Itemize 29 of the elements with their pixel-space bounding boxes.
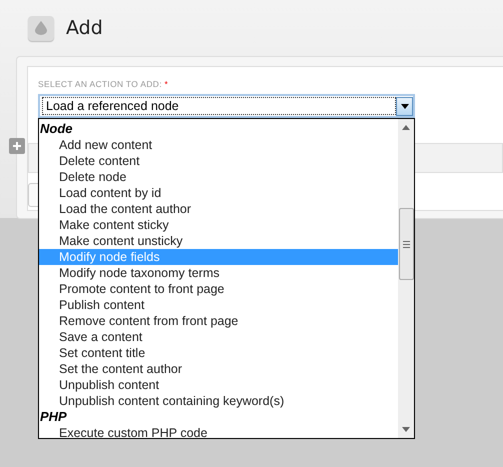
dropdown-option[interactable]: Set the content author (39, 361, 398, 377)
required-mark: * (164, 79, 168, 89)
dropdown-option[interactable]: Load content by id (39, 185, 398, 201)
dropdown-option[interactable]: Publish content (39, 297, 398, 313)
dropdown-option[interactable]: Make content sticky (39, 217, 398, 233)
field-label: SELECT AN ACTION TO ADD: * (38, 79, 170, 89)
dropdown-option[interactable]: Unpublish content containing keyword(s) (39, 393, 398, 409)
page-title: Add (66, 17, 103, 39)
scroll-thumb[interactable] (399, 208, 414, 280)
group-heading: Node (39, 121, 74, 137)
dropdown-option[interactable]: Save a content (39, 329, 398, 345)
dropdown-option[interactable]: Unpublish content (39, 377, 398, 393)
drop-icon (28, 16, 54, 40)
scrollbar[interactable] (398, 119, 414, 438)
scroll-down-icon[interactable] (402, 427, 410, 432)
dropdown-option[interactable]: Remove content from front page (39, 313, 398, 329)
plus-icon[interactable] (9, 138, 25, 154)
scroll-up-icon[interactable] (402, 125, 410, 130)
action-select[interactable]: Load a referenced node (38, 94, 415, 118)
dropdown-option[interactable]: Modify node taxonomy terms (39, 265, 398, 281)
group-heading: PHP (39, 409, 68, 425)
dropdown-option[interactable]: Execute custom PHP code (39, 425, 398, 438)
dropdown-option[interactable]: Delete content (39, 153, 398, 169)
dropdown-option[interactable]: Promote content to front page (39, 281, 398, 297)
dropdown-option[interactable]: Load the content author (39, 201, 398, 217)
dropdown-option[interactable]: Add new content (39, 137, 398, 153)
dropdown-option[interactable]: Set content title (39, 345, 398, 361)
dropdown-option[interactable]: Delete node (39, 169, 398, 185)
dropdown-option[interactable]: Make content unsticky (39, 233, 398, 249)
